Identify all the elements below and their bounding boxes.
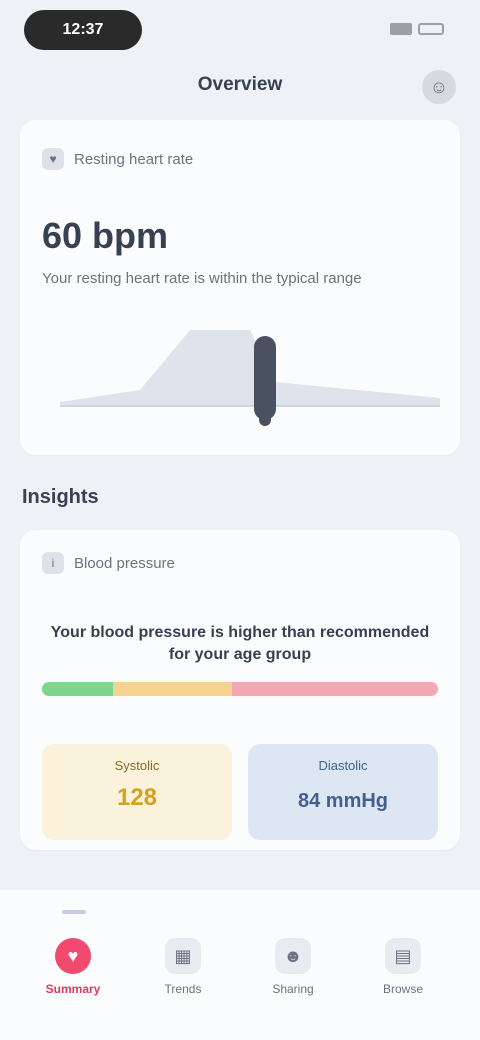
diastolic-tile[interactable]: Diastolic 84 mmHg xyxy=(248,744,438,840)
diastolic-value: 84 mmHg xyxy=(297,790,389,812)
summary-card-title: Resting heart rate xyxy=(74,150,194,168)
nav-label-browse: Browse xyxy=(382,982,423,996)
status-icons xyxy=(384,18,444,40)
range-segment-high xyxy=(232,682,438,696)
grid-icon: ▤ xyxy=(385,938,421,974)
app-header: Overview ☺ xyxy=(0,62,480,112)
nav-item-summary[interactable]: ♥ Summary xyxy=(18,938,128,1018)
systolic-tile[interactable]: Systolic 128 xyxy=(42,744,232,840)
range-bar xyxy=(42,682,438,696)
profile-icon[interactable]: ☺ xyxy=(422,70,456,104)
nav-label-sharing: Sharing xyxy=(272,982,314,996)
insight-card-title: Blood pressure xyxy=(74,554,175,572)
distribution-curve xyxy=(60,330,440,406)
nav-indicator xyxy=(62,910,86,914)
nav-label-summary: Summary xyxy=(45,982,101,996)
summary-description: Your resting heart rate is within the ty… xyxy=(42,270,362,287)
status-bar: 12:37 xyxy=(0,0,480,60)
current-value-marker xyxy=(254,336,276,420)
nav-label-trends: Trends xyxy=(164,982,202,996)
systolic-value: 128 xyxy=(116,784,158,811)
summary-card[interactable]: ♥ Resting heart rate 60 bpm Your resting… xyxy=(20,120,460,455)
battery-icon xyxy=(418,23,444,35)
range-segment-mid xyxy=(113,682,233,696)
page-title: Overview xyxy=(197,74,283,95)
insight-card[interactable]: i Blood pressure Your blood pressure is … xyxy=(20,530,460,850)
people-icon: ☻ xyxy=(275,938,311,974)
nav-item-trends[interactable]: ▦ Trends xyxy=(128,938,238,1018)
insight-card-header: i Blood pressure xyxy=(42,552,175,574)
current-value-dot xyxy=(259,414,271,426)
chart-icon: ▦ xyxy=(165,938,201,974)
insight-text: Your blood pressure is higher than recom… xyxy=(50,624,430,663)
systolic-label: Systolic xyxy=(114,758,160,773)
status-time: 12:37 xyxy=(24,10,142,50)
diastolic-label: Diastolic xyxy=(318,758,368,773)
nav-item-browse[interactable]: ▤ Browse xyxy=(348,938,458,1018)
app-screen: 12:37 Overview ☺ ♥ Resting heart rate 60… xyxy=(0,0,480,1040)
heart-icon: ♥ xyxy=(55,938,91,974)
nav-item-sharing[interactable]: ☻ Sharing xyxy=(238,938,348,1018)
heart-icon: ♥ xyxy=(42,148,64,170)
summary-card-header: ♥ Resting heart rate xyxy=(42,148,193,170)
bottom-nav: ♥ Summary ▦ Trends ☻ Sharing ▤ Browse xyxy=(0,890,480,1040)
signal-icon xyxy=(390,23,412,35)
section-title: Insights xyxy=(22,486,99,508)
distribution-graphic xyxy=(60,330,440,426)
summary-value: 60 bpm xyxy=(42,215,169,256)
range-segment-low xyxy=(42,682,114,696)
info-icon: i xyxy=(42,552,64,574)
